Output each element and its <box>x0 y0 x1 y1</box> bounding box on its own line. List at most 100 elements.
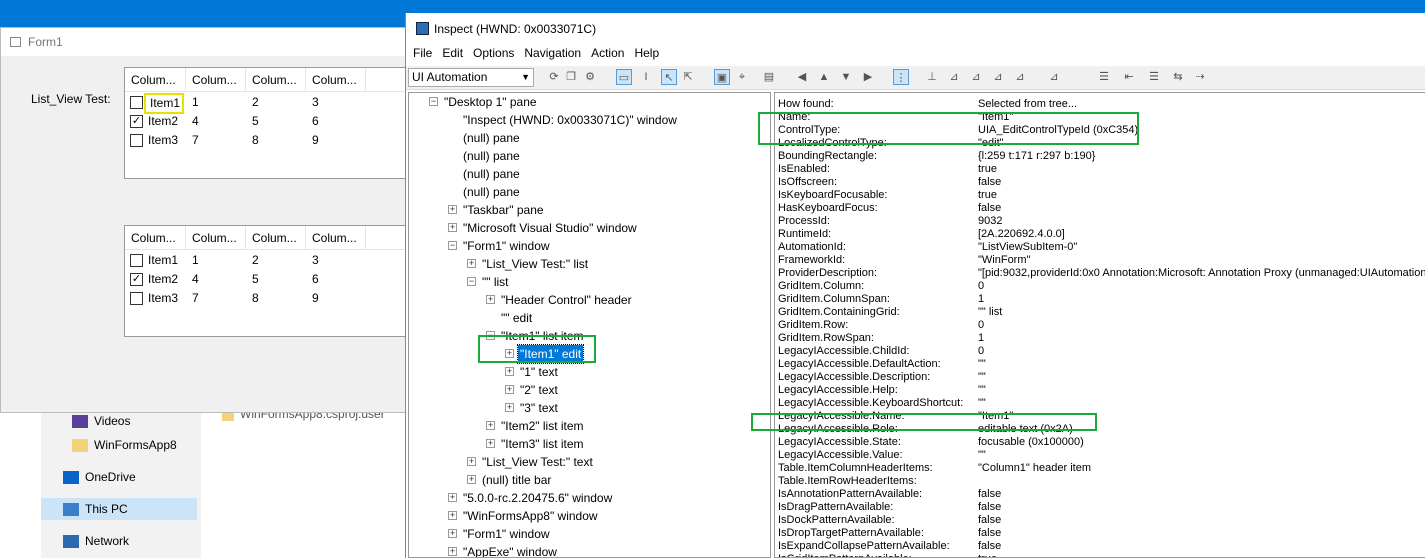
property-row[interactable]: LegacyIAccessible.Help: "" <box>778 384 1425 397</box>
list-icon[interactable]: ☰ <box>1146 69 1162 85</box>
next-icon[interactable]: ⊿ <box>990 69 1006 85</box>
tree-icon[interactable]: ⋮ <box>893 69 909 85</box>
highlight-icon[interactable]: ▣ <box>714 69 730 85</box>
property-row[interactable]: IsOffscreen: false <box>778 176 1425 189</box>
expand-icon[interactable]: + <box>505 403 514 412</box>
item-checkbox[interactable] <box>130 96 143 109</box>
property-row[interactable]: AutomationId: "ListViewSubItem-0" <box>778 241 1425 254</box>
collapse-icon[interactable]: − <box>467 277 476 286</box>
siblings-icon[interactable]: ⊿ <box>968 69 984 85</box>
list-item[interactable]: Item1 1 2 3 <box>125 93 423 114</box>
property-row[interactable]: IsExpandCollapsePatternAvailable: false <box>778 540 1425 553</box>
back-icon[interactable]: ◀ <box>794 69 810 85</box>
expand-icon[interactable]: ⊿ <box>1046 69 1062 85</box>
element-tree[interactable]: − "Desktop 1" pane "Inspect (HWND: 0x00330… <box>408 92 771 558</box>
rectangle-icon[interactable]: ▭ <box>616 69 632 85</box>
property-row[interactable]: GridItem.RowSpan: 1 <box>778 332 1425 345</box>
column-header[interactable]: Colum... <box>186 226 246 250</box>
parent-icon[interactable]: ⊥ <box>924 69 940 85</box>
column-header[interactable]: Colum... <box>246 226 306 250</box>
children-icon[interactable]: ⊿ <box>946 69 962 85</box>
list-item[interactable]: ✓ Item2 4 5 6 <box>125 112 423 131</box>
explorer-nav-item[interactable]: This PC <box>41 498 197 520</box>
focused-item-editor[interactable]: Item1 <box>144 93 184 114</box>
caret-icon[interactable]: I <box>638 69 654 85</box>
property-row[interactable]: LegacyIAccessible.State: focusable (0x100… <box>778 436 1425 449</box>
property-row[interactable]: GridItem.Column: 0 <box>778 280 1425 293</box>
item-checkbox[interactable] <box>130 254 143 267</box>
text-icon[interactable]: ▤ <box>761 69 777 85</box>
property-row[interactable]: Table.ItemRowHeaderItems: <box>778 475 1425 488</box>
column-header[interactable]: Colum... <box>306 68 366 92</box>
expand-icon[interactable]: + <box>467 457 476 466</box>
property-row[interactable]: Table.ItemColumnHeaderItems: "Column1" he… <box>778 462 1425 475</box>
hover-icon[interactable]: ⇱ <box>680 69 696 85</box>
property-row[interactable]: IsGridItemPatternAvailable: true <box>778 553 1425 557</box>
explorer-nav-item[interactable]: Videos <box>72 410 130 432</box>
column-header[interactable]: Colum... <box>186 68 246 92</box>
property-row[interactable]: LegacyIAccessible.DefaultAction: "" <box>778 358 1425 371</box>
expand-icon[interactable]: + <box>505 385 514 394</box>
property-row[interactable]: BoundingRectangle: {l:259 t:171 r:297 b:1… <box>778 150 1425 163</box>
explorer-nav-item[interactable]: WinFormsApp8 <box>72 434 177 456</box>
list-item[interactable]: ✓ Item2 4 5 6 <box>125 270 423 289</box>
filter-icon[interactable]: ☰ <box>1096 69 1112 85</box>
explorer-nav-item[interactable]: Network <box>63 530 129 552</box>
property-row[interactable]: ProviderDescription: "[pid:9032,providerI… <box>778 267 1425 280</box>
expand-icon[interactable]: + <box>486 421 495 430</box>
expand-icon[interactable]: + <box>467 475 476 484</box>
explorer-nav-item[interactable]: OneDrive <box>63 466 136 488</box>
expand-icon[interactable]: + <box>448 529 457 538</box>
menu-item[interactable]: Action <box>584 43 624 65</box>
property-row[interactable]: LegacyIAccessible.Description: "" <box>778 371 1425 384</box>
expand-icon[interactable]: + <box>448 547 457 556</box>
item-checkbox[interactable]: ✓ <box>130 273 143 286</box>
menu-item[interactable]: Navigation <box>517 43 581 65</box>
expand-icon[interactable]: + <box>448 205 457 214</box>
property-row[interactable]: IsDropTargetPatternAvailable: false <box>778 527 1425 540</box>
expand-icon[interactable]: + <box>486 295 495 304</box>
redo-icon[interactable]: ⇢ <box>1192 69 1208 85</box>
item-checkbox[interactable]: ✓ <box>130 115 143 128</box>
property-row[interactable]: GridItem.ColumnSpan: 1 <box>778 293 1425 306</box>
expand-icon[interactable]: + <box>448 223 457 232</box>
mode-select[interactable]: UI Automation ▼ <box>408 68 534 87</box>
property-row[interactable]: IsDockPatternAvailable: false <box>778 514 1425 527</box>
expand-icon[interactable]: + <box>505 367 514 376</box>
column-header[interactable]: Colum... <box>125 68 186 92</box>
property-row[interactable]: GridItem.ContainingGrid: "" list <box>778 306 1425 319</box>
sort-icon[interactable]: ⇤ <box>1121 69 1137 85</box>
property-row[interactable]: GridItem.Row: 0 <box>778 319 1425 332</box>
property-row[interactable]: LegacyIAccessible.Value: "" <box>778 449 1425 462</box>
property-row[interactable]: IsDragPatternAvailable: false <box>778 501 1425 514</box>
property-row[interactable]: IsAnnotationPatternAvailable: false <box>778 488 1425 501</box>
expand-icon[interactable]: + <box>467 259 476 268</box>
list-view-2[interactable]: Colum... Colum... Colum... Colum... Item1 1 2 3… <box>124 225 424 337</box>
list-item[interactable]: Item3 7 8 9 <box>125 289 423 308</box>
expand-icon[interactable]: + <box>486 439 495 448</box>
forward-icon[interactable]: ▶ <box>860 69 876 85</box>
list-item[interactable]: Item1 1 2 3 <box>125 251 423 270</box>
up-icon[interactable]: ▲ <box>816 69 832 85</box>
property-row[interactable]: IsEnabled: true <box>778 163 1425 176</box>
menu-item[interactable]: Options <box>466 43 514 65</box>
property-row[interactable]: FrameworkId: "WinForm" <box>778 254 1425 267</box>
pointer-icon[interactable]: ↖ <box>661 69 677 85</box>
last-icon[interactable]: ⊿ <box>1012 69 1028 85</box>
property-row[interactable]: How found: Selected from tree... <box>778 98 1425 111</box>
move-icon[interactable]: ⇆ <box>1170 69 1186 85</box>
down-icon[interactable]: ▼ <box>838 69 854 85</box>
collapse-icon[interactable]: − <box>448 241 457 250</box>
list-item[interactable]: Item3 7 8 9 <box>125 131 423 150</box>
column-header[interactable]: Colum... <box>246 68 306 92</box>
item-checkbox[interactable] <box>130 292 143 305</box>
property-row[interactable]: LegacyIAccessible.KeyboardShortcut: "" <box>778 397 1425 410</box>
property-row[interactable]: LegacyIAccessible.ChildId: 0 <box>778 345 1425 358</box>
focus-icon[interactable]: ⌖ <box>734 69 750 85</box>
refresh-icon[interactable]: ⟳ <box>546 69 562 85</box>
menu-item[interactable]: File <box>406 43 432 65</box>
list-view-1[interactable]: Colum... Colum... Colum... Colum... Item1 1 2 3… <box>124 67 424 179</box>
property-row[interactable]: HasKeyboardFocus: false <box>778 202 1425 215</box>
property-row[interactable]: RuntimeId: [2A.220692.4.0.0] <box>778 228 1425 241</box>
column-header[interactable]: Colum... <box>125 226 186 250</box>
